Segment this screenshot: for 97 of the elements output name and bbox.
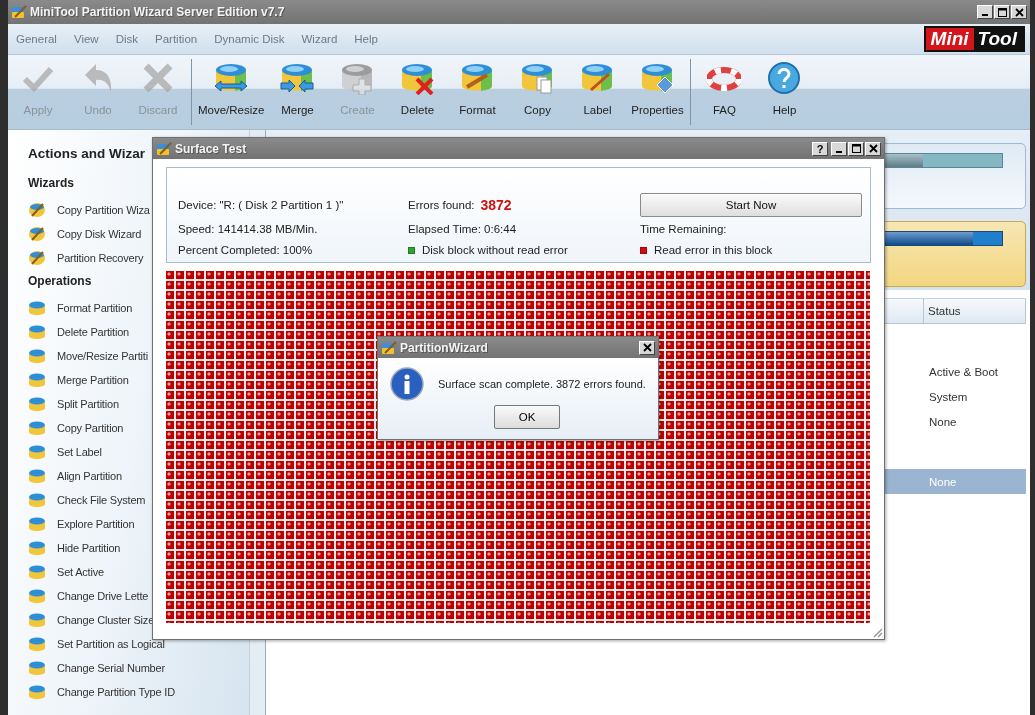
action-item[interactable]: Copy Partition (57, 422, 124, 434)
status-cell-text: None (928, 475, 958, 488)
minimize-icon (982, 14, 988, 16)
dialog-title: PartitionWizard (400, 340, 488, 355)
section-heading: Wizards (28, 176, 75, 192)
help-button[interactable]: ? (812, 141, 828, 156)
minimize-button[interactable] (831, 141, 847, 156)
menu-item[interactable]: Disk (107, 33, 147, 45)
panel-title: Actions and Wizar (28, 146, 145, 163)
action-item[interactable]: Partition Recovery (57, 252, 144, 264)
toolbar-button[interactable]: Help (754, 55, 815, 129)
minimize-button[interactable] (977, 5, 993, 19)
action-item[interactable]: Set Partition as Logical (57, 638, 165, 650)
action-item[interactable]: Align Partition (57, 470, 122, 482)
x-icon (141, 61, 175, 95)
disk-icon (213, 61, 250, 95)
resize-grip-icon[interactable] (871, 626, 883, 638)
action-item[interactable]: Merge Partition (57, 374, 129, 386)
wand-icon (28, 250, 46, 266)
device-text: Device: "R: ( Disk 2 Partition 1 )" (178, 199, 345, 211)
action-item[interactable]: Copy Partition Wiza (57, 204, 150, 216)
maximize-button[interactable] (994, 5, 1010, 19)
menu-item[interactable]: Partition (147, 33, 207, 45)
toolbar-button[interactable]: Merge (267, 55, 328, 129)
wand-icon (156, 140, 172, 157)
wand-icon (381, 339, 397, 356)
action-item[interactable]: Copy Disk Wizard (57, 228, 142, 240)
toolbar-button[interactable]: Label (567, 55, 628, 129)
ok-button[interactable]: OK (494, 405, 560, 429)
toolbar-button[interactable]: Copy (507, 55, 568, 129)
action-item[interactable]: Set Active (57, 566, 104, 578)
elapsed-time-text: Elapsed Time: 0:6:44 (408, 223, 518, 235)
disk-icon (639, 61, 676, 95)
help-icon (767, 61, 802, 95)
action-item[interactable]: Check File System (57, 494, 146, 506)
speed-text: Speed: 141414.38 MB/Min. (178, 223, 319, 235)
errors-count: 3872 (480, 197, 512, 213)
toolbar-button[interactable]: Format (447, 55, 508, 129)
disk-icon (28, 612, 46, 628)
action-item[interactable]: Change Drive Lette (57, 590, 149, 602)
window-title: MiniTool Partition Wizard Server Edition v7.7 (30, 5, 285, 19)
toolbar-button[interactable]: Properties (627, 55, 688, 129)
disk-icon (28, 684, 46, 700)
disk-icon (28, 540, 46, 556)
action-item[interactable]: Split Partition (57, 398, 119, 410)
close-button[interactable] (1011, 5, 1027, 19)
time-remaining-text: Time Remaining: (640, 223, 728, 235)
menu-item[interactable]: Wizard (293, 33, 347, 45)
errors-label: Errors found: (408, 199, 475, 211)
action-item[interactable]: Move/Resize Partiti (57, 350, 148, 362)
wand-icon (28, 202, 46, 218)
wand-icon (28, 226, 46, 242)
toolbar-button[interactable]: Move/Resize (195, 55, 268, 129)
menu-item[interactable]: General (8, 33, 66, 45)
menu-item[interactable]: View (65, 33, 108, 45)
info-icon (390, 367, 424, 401)
disk-icon (28, 348, 46, 364)
disk-icon (28, 636, 46, 652)
disk-icon (28, 492, 46, 508)
toolbar-button[interactable]: FAQ (694, 55, 755, 129)
menu-item[interactable]: Dynamic Disk (206, 33, 294, 45)
percent-text: Percent Completed: 100% (178, 244, 314, 256)
start-now-button[interactable]: Start Now (640, 193, 862, 217)
disk-icon (279, 61, 316, 95)
column-header[interactable]: Status (924, 299, 1026, 323)
disk-icon (28, 588, 46, 604)
action-item[interactable]: Delete Partition (57, 326, 129, 338)
logo-word: Tool (973, 28, 1023, 50)
dialog-title: Surface Test (175, 141, 247, 156)
disk-icon (399, 61, 436, 95)
action-item[interactable]: Change Partition Type ID (57, 686, 175, 698)
action-item[interactable]: Hide Partition (57, 542, 121, 554)
maximize-button[interactable] (848, 141, 864, 156)
action-item[interactable]: Change Serial Number (57, 662, 165, 674)
wand-icon (11, 4, 27, 20)
disk-icon (28, 396, 46, 412)
disk-icon (28, 300, 46, 316)
close-button[interactable] (865, 141, 881, 156)
message-text: Surface scan complete. 3872 errors found. (438, 378, 646, 390)
logo-word: Mini (925, 28, 974, 50)
close-button[interactable] (639, 340, 655, 355)
action-item[interactable]: Set Label (57, 446, 102, 458)
disk-icon (28, 564, 46, 580)
legend-label: Read error in this block (654, 244, 773, 256)
disk-icon (28, 372, 46, 388)
menu-item[interactable]: Help (346, 33, 387, 45)
action-item[interactable]: Format Partition (57, 302, 133, 314)
disk-icon (28, 660, 46, 676)
legend-label: Disk block without read error (422, 244, 568, 256)
disk-icon (28, 516, 46, 532)
disk-icon (28, 324, 46, 340)
section-heading: Operations (28, 274, 93, 290)
disk-icon (28, 420, 46, 436)
disk-icon (28, 444, 46, 460)
disk-icon (28, 468, 46, 484)
toolbar-button[interactable]: Delete (387, 55, 448, 129)
action-item[interactable]: Explore Partition (57, 518, 135, 530)
